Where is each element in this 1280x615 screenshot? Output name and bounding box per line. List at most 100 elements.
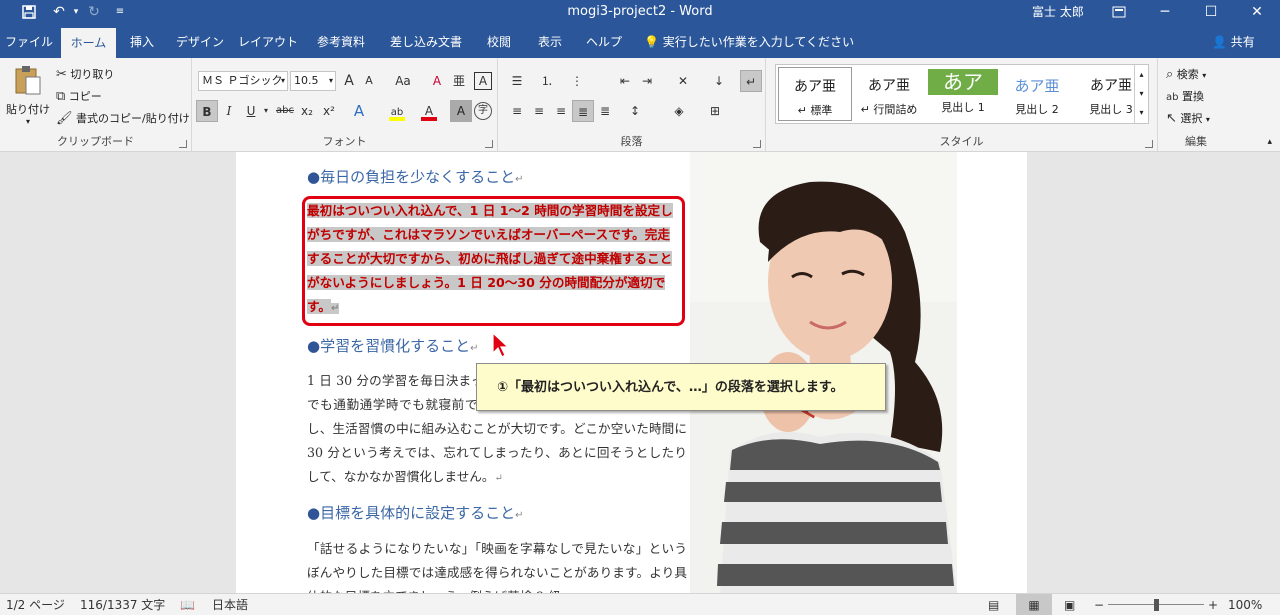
shading-button[interactable]: ◈ <box>668 100 690 122</box>
sort-button[interactable]: ↓ <box>708 70 730 92</box>
print-layout-icon[interactable]: ▦ <box>1016 594 1052 615</box>
proofing-icon[interactable]: 📖 <box>180 594 195 615</box>
heading-habit[interactable]: ●学習を習慣化すること↵ <box>307 335 479 356</box>
user-name[interactable]: 富士 太郎 <box>1032 0 1084 24</box>
ribbon-display-icon[interactable] <box>1096 0 1142 24</box>
font-dialog-launcher-icon[interactable] <box>485 140 493 148</box>
maximize-icon[interactable]: ☐ <box>1188 0 1234 24</box>
highlight-button[interactable]: ab <box>386 100 408 122</box>
replace-button[interactable]: ab 置換 <box>1166 88 1204 104</box>
multilevel-list-button[interactable]: ⋮ <box>566 70 588 92</box>
selected-paragraph[interactable]: 最初はついつい入れ込んで、1 日 1～2 時間の学習時間を設定しがちですが、これ… <box>307 199 681 321</box>
change-case-button[interactable]: Aa <box>388 70 418 92</box>
zoom-level[interactable]: 100% <box>1228 594 1262 615</box>
justify-button[interactable]: ≣ <box>572 100 594 122</box>
clear-formatting-button[interactable]: A <box>426 70 448 92</box>
zoom-slider-thumb[interactable] <box>1154 599 1159 611</box>
numbering-button[interactable]: ⒈ <box>536 70 558 92</box>
paragraph-goal[interactable]: 「話せるようになりたいな」「映画を字幕なしで見たいな」というぼんやりした目標では… <box>307 537 687 593</box>
clipboard-dialog-launcher-icon[interactable] <box>179 140 187 148</box>
align-center-button[interactable]: ≡ <box>528 100 550 122</box>
shrink-font-button[interactable]: A <box>358 70 380 92</box>
underline-button[interactable]: U <box>240 100 262 122</box>
share-button[interactable]: 👤 共有 <box>1212 24 1255 60</box>
tab-references[interactable]: 参考資料 <box>308 24 374 58</box>
search-icon: ⌕ <box>1166 67 1174 82</box>
increase-indent-button[interactable]: ⇥ <box>636 70 658 92</box>
tab-design[interactable]: デザイン <box>170 24 230 58</box>
copy-label: コピー <box>68 90 102 103</box>
cut-button[interactable]: ✂ 切り取り <box>56 66 114 82</box>
tab-home[interactable]: ホーム <box>61 28 116 58</box>
character-border-button[interactable]: A <box>474 72 492 90</box>
find-button[interactable]: ⌕ 検索 ▾ <box>1166 66 1206 82</box>
superscript-button[interactable]: x² <box>318 100 340 122</box>
clipboard-group: 貼り付け ▾ ✂ 切り取り ⧉ コピー 🖌 書式のコピー/貼り付け クリップボー… <box>0 58 192 152</box>
zoom-out-icon[interactable]: − <box>1094 594 1104 615</box>
distributed-button[interactable]: ≣ <box>594 100 616 122</box>
style-name: 見出し 1 <box>941 101 985 114</box>
replace-icon: ab <box>1166 92 1179 103</box>
line-spacing-button[interactable]: ↕ <box>624 100 646 122</box>
tab-file[interactable]: ファイル <box>0 24 58 58</box>
italic-button[interactable]: I <box>218 100 240 122</box>
align-right-button[interactable]: ≡ <box>550 100 572 122</box>
borders-icon: ⊞ <box>709 104 721 118</box>
web-layout-icon[interactable]: ▣ <box>1064 594 1075 615</box>
chevron-down-icon: ▾ <box>1202 71 1207 80</box>
collapse-ribbon-icon[interactable]: ▴ <box>1267 137 1272 147</box>
tab-layout[interactable]: レイアウト <box>236 24 300 58</box>
enclose-characters-button[interactable]: 字 <box>474 102 492 120</box>
tab-mailings[interactable]: 差し込み文書 <box>382 24 470 58</box>
style-normal[interactable]: あア亜 ↵ 標準 <box>778 67 852 121</box>
language[interactable]: 日本語 <box>212 594 248 615</box>
word-count[interactable]: 116/1337 文字 <box>80 594 165 615</box>
decrease-indent-button[interactable]: ⇤ <box>614 70 636 92</box>
style-heading-1[interactable]: あア 見出し 1 <box>926 67 1000 121</box>
minimize-icon[interactable]: ─ <box>1142 0 1188 24</box>
tab-view[interactable]: 表示 <box>528 24 572 58</box>
style-no-spacing[interactable]: あア亜 ↵ 行間詰め <box>852 67 926 121</box>
styles-dialog-launcher-icon[interactable] <box>1145 140 1153 148</box>
font-size-box[interactable]: 10.5 ▾ <box>290 71 336 91</box>
select-button[interactable]: ↖ 選択 ▾ <box>1166 110 1210 126</box>
bold-button[interactable]: B <box>196 100 218 122</box>
bullets-button[interactable]: ☰ <box>506 70 528 92</box>
tab-insert[interactable]: 挿入 <box>120 24 164 58</box>
scissors-icon: ✂ <box>56 67 67 82</box>
font-name-box[interactable]: ＭＳ Ｐゴシック ▾ <box>198 71 288 91</box>
format-painter-button[interactable]: 🖌 書式のコピー/貼り付け <box>56 110 190 126</box>
show-marks-icon: ↵ <box>745 75 757 89</box>
phonetic-guide-button[interactable]: 亜 <box>448 70 470 92</box>
font-color-button[interactable]: A <box>418 100 440 122</box>
bullet-icon: ● <box>307 504 321 522</box>
tab-help[interactable]: ヘルプ <box>580 24 628 58</box>
close-icon[interactable]: ✕ <box>1234 0 1280 24</box>
heading-goal[interactable]: ●目標を具体的に設定すること↵ <box>307 502 524 523</box>
paragraph-mark: ↵ <box>330 303 340 314</box>
grow-font-button[interactable]: A <box>338 70 360 92</box>
text-effects-button[interactable]: A <box>348 100 370 122</box>
align-center-icon: ≡ <box>533 104 545 118</box>
tab-review[interactable]: 校閲 <box>478 24 520 58</box>
paste-button[interactable]: 貼り付け ▾ <box>6 64 50 128</box>
show-marks-button[interactable]: ↵ <box>740 70 762 92</box>
underline-dropdown-icon[interactable]: ▾ <box>260 100 272 122</box>
tell-me-box[interactable]: 💡 実行したい作業を入力してください <box>644 24 854 60</box>
select-label: 選択 <box>1180 112 1203 125</box>
page-count[interactable]: 1/2 ページ <box>6 594 65 615</box>
bullet-icon: ● <box>307 337 321 355</box>
copy-button[interactable]: ⧉ コピー <box>56 88 102 104</box>
strikethrough-button[interactable]: abc <box>274 100 296 122</box>
paragraph-dialog-launcher-icon[interactable] <box>753 140 761 148</box>
align-left-button[interactable]: ≡ <box>506 100 528 122</box>
style-heading-2[interactable]: あア亜 見出し 2 <box>1000 67 1074 121</box>
heading-reduce-burden[interactable]: ●毎日の負担を少なくすること↵ <box>307 166 524 187</box>
character-shading-button[interactable]: A <box>450 100 472 122</box>
zoom-in-icon[interactable]: + <box>1208 594 1218 615</box>
gallery-scroll[interactable]: ▴ ▾ ▾ <box>1134 65 1148 123</box>
read-mode-icon[interactable]: ▤ <box>988 594 999 615</box>
text-direction-button[interactable]: ✕ <box>672 70 694 92</box>
subscript-button[interactable]: x₂ <box>296 100 318 122</box>
borders-button[interactable]: ⊞ <box>704 100 726 122</box>
